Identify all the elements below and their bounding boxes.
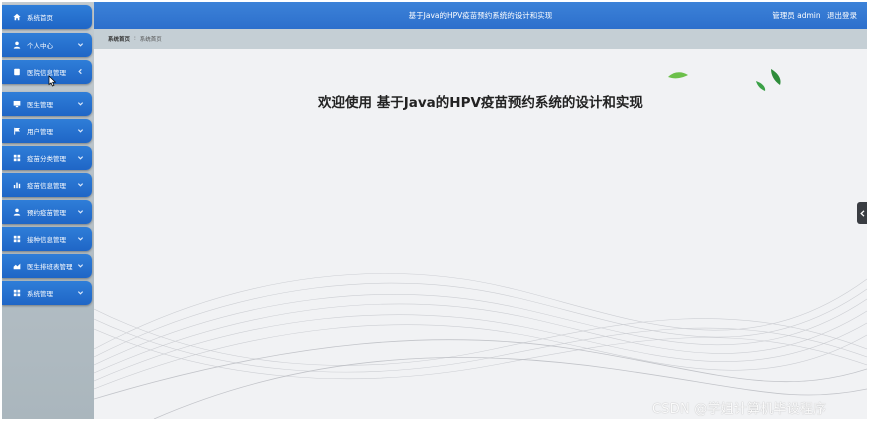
chevron-left-icon bbox=[859, 209, 864, 217]
breadcrumb-separator: ⁝ bbox=[134, 36, 136, 42]
breadcrumb-home-link[interactable]: 系统首页 bbox=[108, 35, 130, 43]
sidebar-item-label: 预约疫苗管理 bbox=[27, 209, 66, 217]
area-chart-icon bbox=[12, 261, 22, 271]
sidebar-item-system[interactable]: 系统管理 bbox=[2, 281, 92, 305]
leaf-decoration bbox=[771, 69, 781, 85]
chevron-down-icon bbox=[77, 181, 84, 188]
sidebar-item-users[interactable]: 用户管理 bbox=[2, 119, 92, 143]
chevron-left-icon bbox=[77, 68, 84, 75]
sidebar-item-doctor[interactable]: 医生管理 bbox=[2, 92, 92, 116]
current-user-label: 管理员 admin bbox=[772, 11, 821, 20]
sidebar-item-label: 医生排班表管理 bbox=[27, 263, 73, 271]
sidebar-item-label: 疫苗分类管理 bbox=[27, 155, 66, 163]
chevron-down-icon bbox=[77, 127, 84, 134]
hospital-icon bbox=[12, 67, 22, 77]
sidebar-item-hospital[interactable]: 医院信息管理 bbox=[2, 60, 92, 84]
system-title: 基于Java的HPV疫苗预约系统的设计和实现 bbox=[408, 11, 553, 20]
sidebar-item-label: 系统首页 bbox=[27, 14, 53, 22]
sidebar-item-label: 疫苗信息管理 bbox=[27, 182, 66, 190]
chevron-down-icon bbox=[77, 100, 84, 107]
sidebar-item-vaccine-category[interactable]: 疫苗分类管理 bbox=[2, 146, 92, 170]
grid-icon bbox=[12, 288, 22, 298]
breadcrumb-current: 系统首页 bbox=[139, 37, 162, 43]
monitor-icon bbox=[12, 99, 22, 109]
chevron-down-icon bbox=[77, 262, 84, 269]
app-window: 系统首页 个人中心 医院信息管理 医生管理 用户管理 疫苗分类管理 疫苗信息管理… bbox=[2, 2, 867, 419]
chevron-down-icon bbox=[77, 41, 84, 48]
sidebar-item-label: 医生管理 bbox=[27, 101, 53, 109]
sidebar-item-vaccination[interactable]: 接种信息管理 bbox=[2, 227, 92, 251]
sidebar-item-label: 用户管理 bbox=[27, 128, 53, 136]
user-icon bbox=[12, 40, 22, 50]
welcome-heading: 欢迎使用 基于Java的HPV疫苗预约系统的设计和实现 bbox=[318, 95, 643, 111]
home-icon bbox=[12, 12, 22, 22]
sidebar-item-label: 接种信息管理 bbox=[27, 236, 66, 244]
chevron-down-icon bbox=[77, 154, 84, 161]
chevron-down-icon bbox=[77, 235, 84, 242]
chevron-down-icon bbox=[77, 289, 84, 296]
sidebar-item-profile[interactable]: 个人中心 bbox=[2, 33, 92, 57]
watermark-text: CSDN @学姐计算机毕设程序 bbox=[652, 402, 827, 417]
sidebar-item-label: 医院信息管理 bbox=[27, 69, 66, 77]
user-area: 管理员 admin 退出登录 bbox=[768, 10, 857, 21]
sidebar-item-home[interactable]: 系统首页 bbox=[2, 5, 92, 29]
sidebar-item-label: 个人中心 bbox=[27, 42, 53, 50]
grid-icon bbox=[12, 153, 22, 163]
sidebar-item-vaccine-info[interactable]: 疫苗信息管理 bbox=[2, 173, 92, 197]
grid-icon bbox=[12, 234, 22, 244]
sidebar-item-label: 系统管理 bbox=[27, 290, 53, 298]
bar-chart-icon bbox=[12, 180, 22, 190]
main-content: 欢迎使用 基于Java的HPV疫苗预约系统的设计和实现 bbox=[94, 49, 867, 419]
sidebar-item-schedule[interactable]: 医生排班表管理 bbox=[2, 254, 92, 278]
leaf-decoration bbox=[756, 81, 766, 91]
user-icon bbox=[12, 207, 22, 217]
top-header: 基于Java的HPV疫苗预约系统的设计和实现 管理员 admin 退出登录 bbox=[94, 2, 867, 29]
chevron-down-icon bbox=[77, 208, 84, 215]
mouse-cursor-icon bbox=[48, 72, 57, 87]
logout-button[interactable]: 退出登录 bbox=[827, 11, 857, 20]
sidebar: 系统首页 个人中心 医院信息管理 医生管理 用户管理 疫苗分类管理 疫苗信息管理… bbox=[2, 2, 94, 419]
sidebar-item-appointment[interactable]: 预约疫苗管理 bbox=[2, 200, 92, 224]
leaf-decoration bbox=[668, 72, 688, 79]
sidebar-toggle-button[interactable] bbox=[857, 202, 867, 224]
breadcrumb: 系统首页 ⁝ 系统首页 bbox=[94, 29, 867, 49]
flag-icon bbox=[12, 126, 22, 136]
